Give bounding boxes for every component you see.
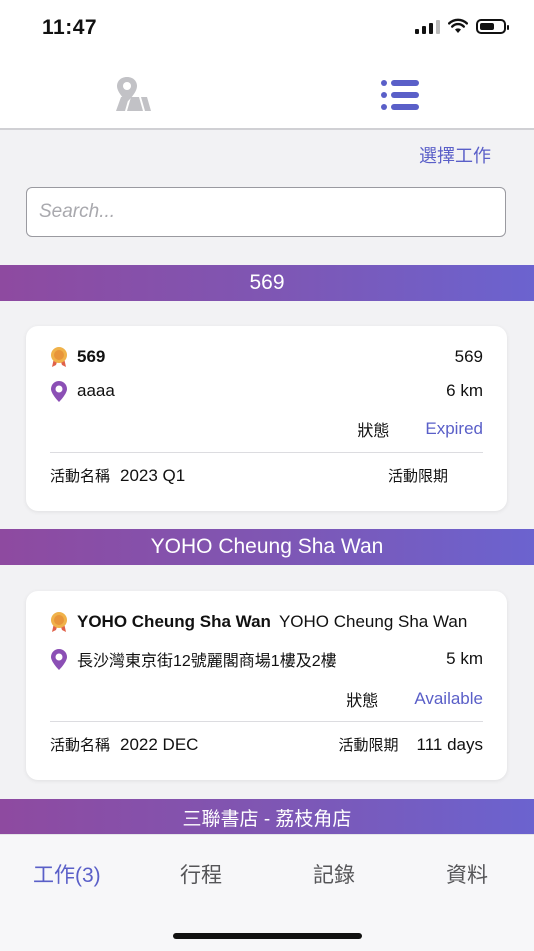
view-tabs: [0, 60, 534, 130]
store-address: aaaa: [77, 381, 115, 400]
wifi-icon: [448, 18, 468, 33]
store-address: 長沙灣東京街12號麗閣商場1樓及2樓: [77, 653, 337, 670]
campaign-label: 活動名稱: [50, 737, 111, 754]
store-name: YOHO Cheung Sha Wan: [77, 612, 271, 631]
cellular-signal-icon: [415, 18, 440, 34]
job-card[interactable]: YOHO Cheung Sha Wan YOHO Cheung Sha Wan …: [26, 591, 507, 780]
status-badge: Available: [414, 689, 483, 708]
store-distance: 5 km: [446, 649, 483, 668]
group-header: 三聯書店 - 荔枝角店: [0, 799, 534, 834]
map-location-icon: [116, 77, 151, 111]
store-code: 569: [454, 347, 483, 366]
status-badge: Expired: [425, 419, 483, 438]
status-label: 狀態: [346, 693, 379, 710]
tab-map-view[interactable]: [103, 70, 163, 120]
deadline-label: 活動限期: [338, 737, 399, 754]
medal-icon: [50, 346, 68, 368]
select-job-button[interactable]: 選擇工作: [419, 142, 491, 168]
status-time: 11:47: [42, 16, 98, 39]
location-pin-icon: [50, 380, 68, 402]
store-name: 569: [77, 347, 106, 366]
status-label: 狀態: [357, 423, 390, 440]
status-icons: [415, 18, 509, 34]
tab-records[interactable]: 記錄: [313, 859, 355, 889]
battery-icon: [476, 18, 509, 34]
tab-list-view[interactable]: [370, 70, 430, 120]
home-indicator[interactable]: [173, 933, 362, 939]
deadline-value: 111 days: [416, 734, 483, 754]
group-header: YOHO Cheung Sha Wan: [0, 529, 534, 565]
job-card[interactable]: 569 569 aaaa 6 km 狀態 Expired 活動名稱 2023 Q…: [26, 326, 507, 511]
tab-profile[interactable]: 資料: [446, 859, 488, 889]
campaign-label: 活動名稱: [50, 468, 111, 485]
campaign-value: 2022 DEC: [120, 734, 199, 754]
deadline-label: 活動限期: [387, 468, 448, 485]
store-subname: YOHO Cheung Sha Wan: [278, 612, 468, 631]
store-distance: 6 km: [446, 381, 483, 400]
search-input[interactable]: Search...: [26, 187, 506, 237]
campaign-value: 2023 Q1: [120, 465, 186, 485]
status-bar: 11:47: [0, 0, 534, 60]
bottom-tab-bar: 工作(3) 行程 記錄 資料: [0, 834, 534, 951]
tab-jobs[interactable]: 工作(3): [33, 859, 101, 889]
tab-schedule[interactable]: 行程: [180, 859, 222, 889]
location-pin-icon: [50, 648, 68, 670]
group-header: 569: [0, 265, 534, 301]
divider: [50, 452, 483, 453]
job-list-content[interactable]: 選擇工作 Search... 569 569 569 aaaa 6 km 狀態 …: [0, 130, 534, 834]
divider: [50, 721, 483, 722]
list-icon: [381, 80, 419, 110]
medal-icon: [50, 611, 68, 633]
